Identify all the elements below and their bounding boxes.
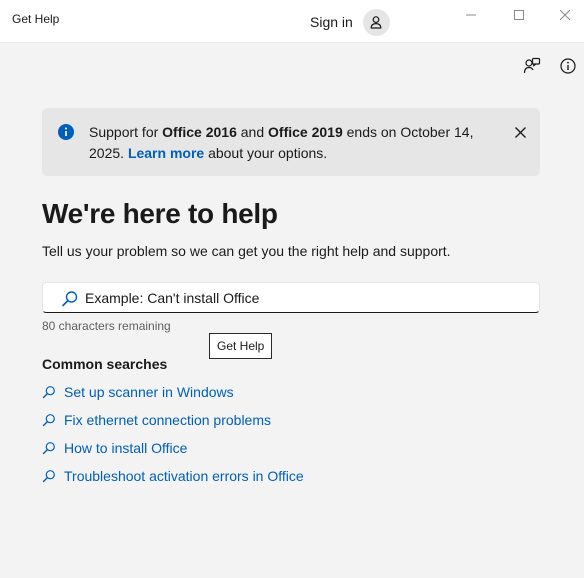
- common-searches-list: Set up scanner in Windows Fix ethernet c…: [42, 378, 304, 490]
- search-input[interactable]: [85, 287, 525, 309]
- common-search-item[interactable]: How to install Office: [42, 434, 304, 462]
- search-icon: [62, 291, 78, 307]
- common-searches-heading: Common searches: [42, 356, 168, 372]
- banner-product-2: Office 2019: [268, 124, 343, 140]
- minimize-icon: [466, 14, 476, 16]
- search-icon: [42, 442, 55, 455]
- sign-in-button[interactable]: Sign in: [310, 8, 390, 36]
- banner-message: Support for Office 2016 and Office 2019 …: [89, 122, 489, 164]
- search-icon: [42, 386, 55, 399]
- minimize-button[interactable]: [448, 0, 494, 30]
- maximize-button[interactable]: [496, 0, 542, 30]
- page-subtitle: Tell us your problem so we can get you t…: [42, 243, 451, 259]
- app-title: Get Help: [12, 12, 60, 26]
- common-search-item[interactable]: Troubleshoot activation errors in Office: [42, 462, 304, 490]
- common-search-label: Fix ethernet connection problems: [64, 412, 271, 428]
- about-button[interactable]: [558, 56, 578, 76]
- common-search-item[interactable]: Fix ethernet connection problems: [42, 406, 304, 434]
- info-banner: Support for Office 2016 and Office 2019 …: [42, 108, 540, 176]
- banner-product-1: Office 2016: [162, 124, 237, 140]
- page-title: We're here to help: [42, 198, 278, 229]
- banner-close-button[interactable]: [512, 124, 528, 140]
- person-icon: [370, 16, 382, 29]
- common-search-label: Set up scanner in Windows: [64, 384, 234, 400]
- close-window-button[interactable]: [542, 0, 584, 30]
- info-icon: [560, 58, 576, 74]
- search-icon: [42, 414, 55, 427]
- close-icon: [560, 10, 570, 20]
- avatar: [362, 8, 390, 36]
- common-search-label: Troubleshoot activation errors in Office: [64, 468, 304, 484]
- feedback-button[interactable]: [522, 56, 542, 76]
- learn-more-link[interactable]: Learn more: [128, 145, 204, 161]
- banner-conjunction: and: [236, 124, 269, 140]
- search-icon: [42, 470, 55, 483]
- get-help-tooltip: Get Help: [209, 333, 273, 359]
- banner-prefix: Support for: [89, 124, 163, 140]
- maximize-icon: [514, 10, 524, 20]
- sign-in-label: Sign in: [310, 14, 353, 30]
- banner-after-link: about your options.: [204, 145, 328, 161]
- common-search-label: How to install Office: [64, 440, 188, 456]
- common-search-item[interactable]: Set up scanner in Windows: [42, 378, 304, 406]
- title-bar: Get Help Sign in: [0, 0, 584, 43]
- search-box[interactable]: [42, 282, 540, 313]
- feedback-icon: [523, 57, 541, 74]
- close-icon: [514, 126, 526, 138]
- info-icon: [58, 124, 74, 140]
- chars-remaining: 80 characters remaining: [42, 319, 171, 333]
